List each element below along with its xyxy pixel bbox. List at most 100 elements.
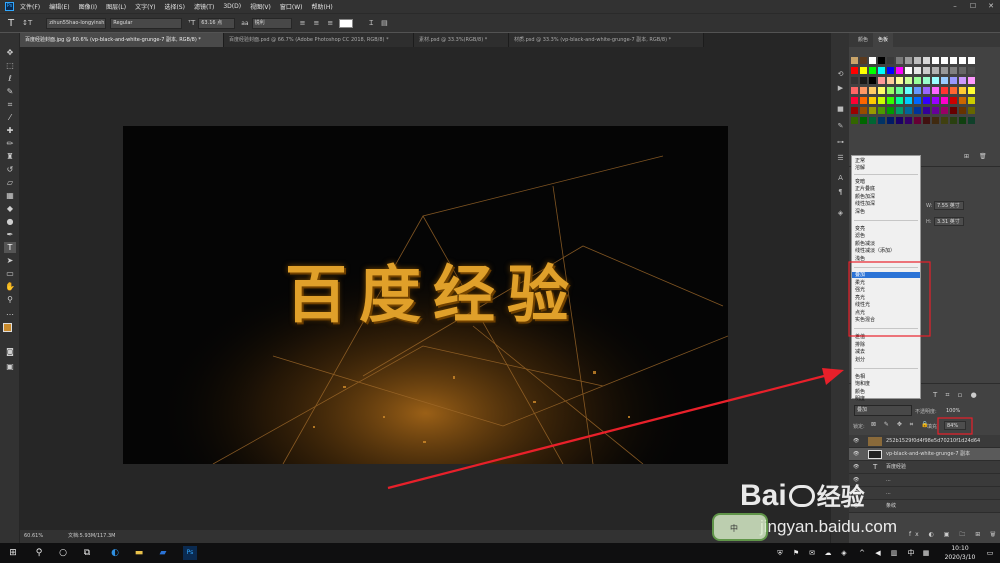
delete-swatch-icon[interactable]: 🗑	[979, 153, 987, 160]
color-swatch[interactable]	[950, 117, 957, 124]
tray-expand-icon[interactable]: ^	[856, 546, 868, 560]
move-tool-icon[interactable]: ✥	[4, 47, 16, 58]
blend-option[interactable]: 颜色加深	[855, 194, 875, 200]
photoshop-taskbar-icon[interactable]: Ps	[183, 546, 197, 560]
shape-tool-icon[interactable]: ▭	[4, 268, 16, 279]
stamp-tool-icon[interactable]: ♜	[4, 151, 16, 162]
file-explorer-icon[interactable]: ▬	[132, 546, 146, 560]
text-color-swatch[interactable]	[339, 18, 354, 28]
color-swatch[interactable]	[896, 57, 903, 64]
new-swatch-icon[interactable]: ⊞	[964, 153, 969, 160]
blend-option[interactable]: 划分	[855, 357, 865, 363]
menu-help[interactable]: 帮助(H)	[312, 2, 333, 11]
color-swatch[interactable]	[914, 67, 921, 74]
hand-tool-icon[interactable]: ✋	[4, 281, 16, 292]
document-size[interactable]: 文档:5.93M/117.3M	[68, 530, 115, 543]
crop-tool-icon[interactable]: ⌗	[4, 99, 16, 110]
layer-name[interactable]: 百度经验	[886, 461, 906, 474]
color-swatch[interactable]	[914, 87, 921, 94]
ime-indicator[interactable]: 中	[905, 546, 917, 560]
blend-option[interactable]: 强光	[855, 287, 865, 293]
canvas-area[interactable]: 百度经验	[20, 47, 830, 530]
color-swatch[interactable]	[896, 117, 903, 124]
tab-color[interactable]: 颜色	[853, 33, 873, 47]
blend-option[interactable]: 浅色	[855, 256, 865, 262]
blend-option[interactable]: 滤色	[855, 233, 865, 239]
blend-option[interactable]: 亮光	[855, 295, 865, 301]
color-swatch[interactable]	[860, 77, 867, 84]
zoom-tool-icon[interactable]: ⚲	[4, 294, 16, 305]
blend-option[interactable]: 正常	[855, 158, 865, 164]
color-swatch[interactable]	[941, 87, 948, 94]
blend-option-selected[interactable]: 叠加	[852, 272, 920, 278]
healing-tool-icon[interactable]: ✚	[4, 125, 16, 136]
blend-option[interactable]: 溶解	[855, 165, 865, 171]
color-swatch[interactable]	[905, 107, 912, 114]
windows-start-icon[interactable]: ⊞	[6, 546, 20, 560]
color-swatch[interactable]	[923, 67, 930, 74]
visibility-eye-icon[interactable]: 👁	[853, 448, 859, 461]
properties-icon[interactable]: ◈	[835, 208, 846, 218]
color-swatch[interactable]	[959, 87, 966, 94]
color-swatch[interactable]	[887, 57, 894, 64]
color-swatch[interactable]	[941, 117, 948, 124]
font-style-select[interactable]: Regular	[110, 17, 183, 29]
network-icon[interactable]: ▥	[888, 546, 900, 560]
menu-type[interactable]: 文字(Y)	[135, 2, 155, 11]
color-swatch[interactable]	[950, 97, 957, 104]
color-swatch[interactable]	[950, 67, 957, 74]
menu-view[interactable]: 视图(V)	[250, 2, 271, 11]
color-swatch[interactable]	[905, 57, 912, 64]
blend-option[interactable]: 深色	[855, 209, 865, 215]
color-swatch[interactable]	[851, 67, 858, 74]
notification-icon[interactable]: ▭	[984, 546, 996, 560]
blend-option[interactable]: 正片叠底	[855, 186, 875, 192]
zoom-level[interactable]: 60.61%	[24, 530, 43, 543]
blend-option[interactable]: 色相	[855, 374, 865, 380]
color-swatch[interactable]	[860, 117, 867, 124]
blend-option[interactable]: 线性光	[855, 302, 870, 308]
color-swatch[interactable]	[968, 87, 975, 94]
marquee-tool-icon[interactable]: ⬚	[4, 60, 16, 71]
tab-document-1[interactable]: 百度经验封面.jpg @ 60.6% (vp-black-and-white-g…	[20, 33, 224, 47]
actions-icon[interactable]: ▶	[835, 83, 846, 93]
cortana-icon[interactable]: ○	[56, 546, 70, 560]
color-swatch[interactable]	[878, 67, 885, 74]
history-icon[interactable]: ⟲	[835, 69, 846, 79]
character-icon[interactable]: A	[835, 173, 846, 183]
color-swatch[interactable]	[950, 57, 957, 64]
blend-option[interactable]: 变暗	[855, 179, 865, 185]
blend-option[interactable]: 明度	[855, 396, 865, 402]
wechat-icon[interactable]: ✉	[806, 546, 818, 560]
quick-select-tool-icon[interactable]: ✎	[4, 86, 16, 97]
color-swatch[interactable]	[932, 77, 939, 84]
opacity-value[interactable]: 100%	[946, 408, 960, 414]
color-swatch[interactable]	[851, 97, 858, 104]
color-swatch[interactable]	[941, 77, 948, 84]
blur-tool-icon[interactable]: ◆	[4, 203, 16, 214]
align-right-icon[interactable]: ≡	[327, 19, 333, 27]
color-swatch[interactable]	[959, 57, 966, 64]
color-swatch[interactable]	[923, 57, 930, 64]
adjustments-icon[interactable]: ⊶	[835, 137, 846, 147]
color-swatch[interactable]	[878, 117, 885, 124]
menu-filter[interactable]: 滤镜(T)	[194, 2, 214, 11]
color-swatch[interactable]	[923, 87, 930, 94]
color-swatch[interactable]	[905, 87, 912, 94]
blend-option[interactable]: 变亮	[855, 226, 865, 232]
color-swatch[interactable]	[941, 97, 948, 104]
color-swatch[interactable]	[932, 67, 939, 74]
align-center-icon[interactable]: ≡	[313, 19, 319, 27]
dodge-tool-icon[interactable]: ●	[4, 216, 16, 227]
color-swatch[interactable]	[950, 87, 957, 94]
align-left-icon[interactable]: ≡	[300, 19, 306, 27]
tab-document-3[interactable]: 素材.psd @ 33.3%(RGB/8) *	[414, 33, 509, 47]
color-swatch[interactable]	[932, 97, 939, 104]
blend-option[interactable]: 颜色	[855, 389, 865, 395]
layer-row[interactable]: 👁 252b1529f0d4f98e5d70210f1d24d64	[849, 435, 1000, 448]
color-swatch[interactable]	[959, 77, 966, 84]
layer-name[interactable]: 252b1529f0d4f98e5d70210f1d24d64	[886, 435, 980, 448]
blend-option[interactable]: 排除	[855, 342, 865, 348]
menu-layer[interactable]: 图层(L)	[106, 2, 126, 11]
color-swatch[interactable]	[896, 87, 903, 94]
